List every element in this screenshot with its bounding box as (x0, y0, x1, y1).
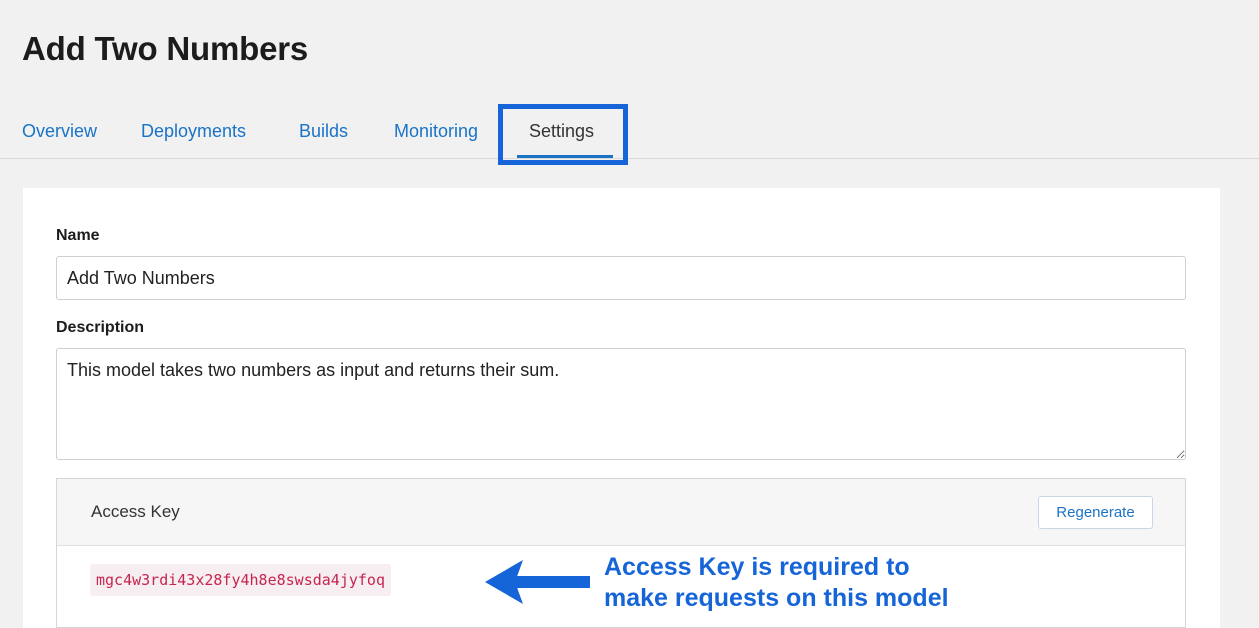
name-label: Name (56, 227, 100, 244)
name-input[interactable] (56, 256, 1186, 300)
tab-monitoring[interactable]: Monitoring (394, 121, 478, 142)
settings-tab-highlight-box (498, 104, 628, 165)
regenerate-button[interactable]: Regenerate (1038, 496, 1153, 529)
tab-overview[interactable]: Overview (22, 121, 97, 142)
tab-deployments[interactable]: Deployments (141, 121, 246, 142)
annotation-line-1: Access Key is required to (604, 553, 910, 581)
access-key-title: Access Key (91, 502, 180, 521)
access-key-annotation: Access Key is required to make requests … (604, 552, 949, 614)
tab-bar: Overview Deployments Builds Monitoring S… (0, 0, 1259, 165)
tabs-divider (0, 158, 1259, 159)
access-key-value: mgc4w3rdi43x28fy4h8e8swsda4jyfoq (90, 564, 391, 596)
description-textarea[interactable]: This model takes two numbers as input an… (56, 348, 1186, 460)
arrow-left-icon (485, 560, 590, 604)
description-label: Description (56, 319, 145, 336)
tab-builds[interactable]: Builds (299, 121, 348, 142)
annotation-line-2: make requests on this model (604, 584, 949, 612)
access-key-header: Access Key Regenerate (57, 479, 1185, 546)
